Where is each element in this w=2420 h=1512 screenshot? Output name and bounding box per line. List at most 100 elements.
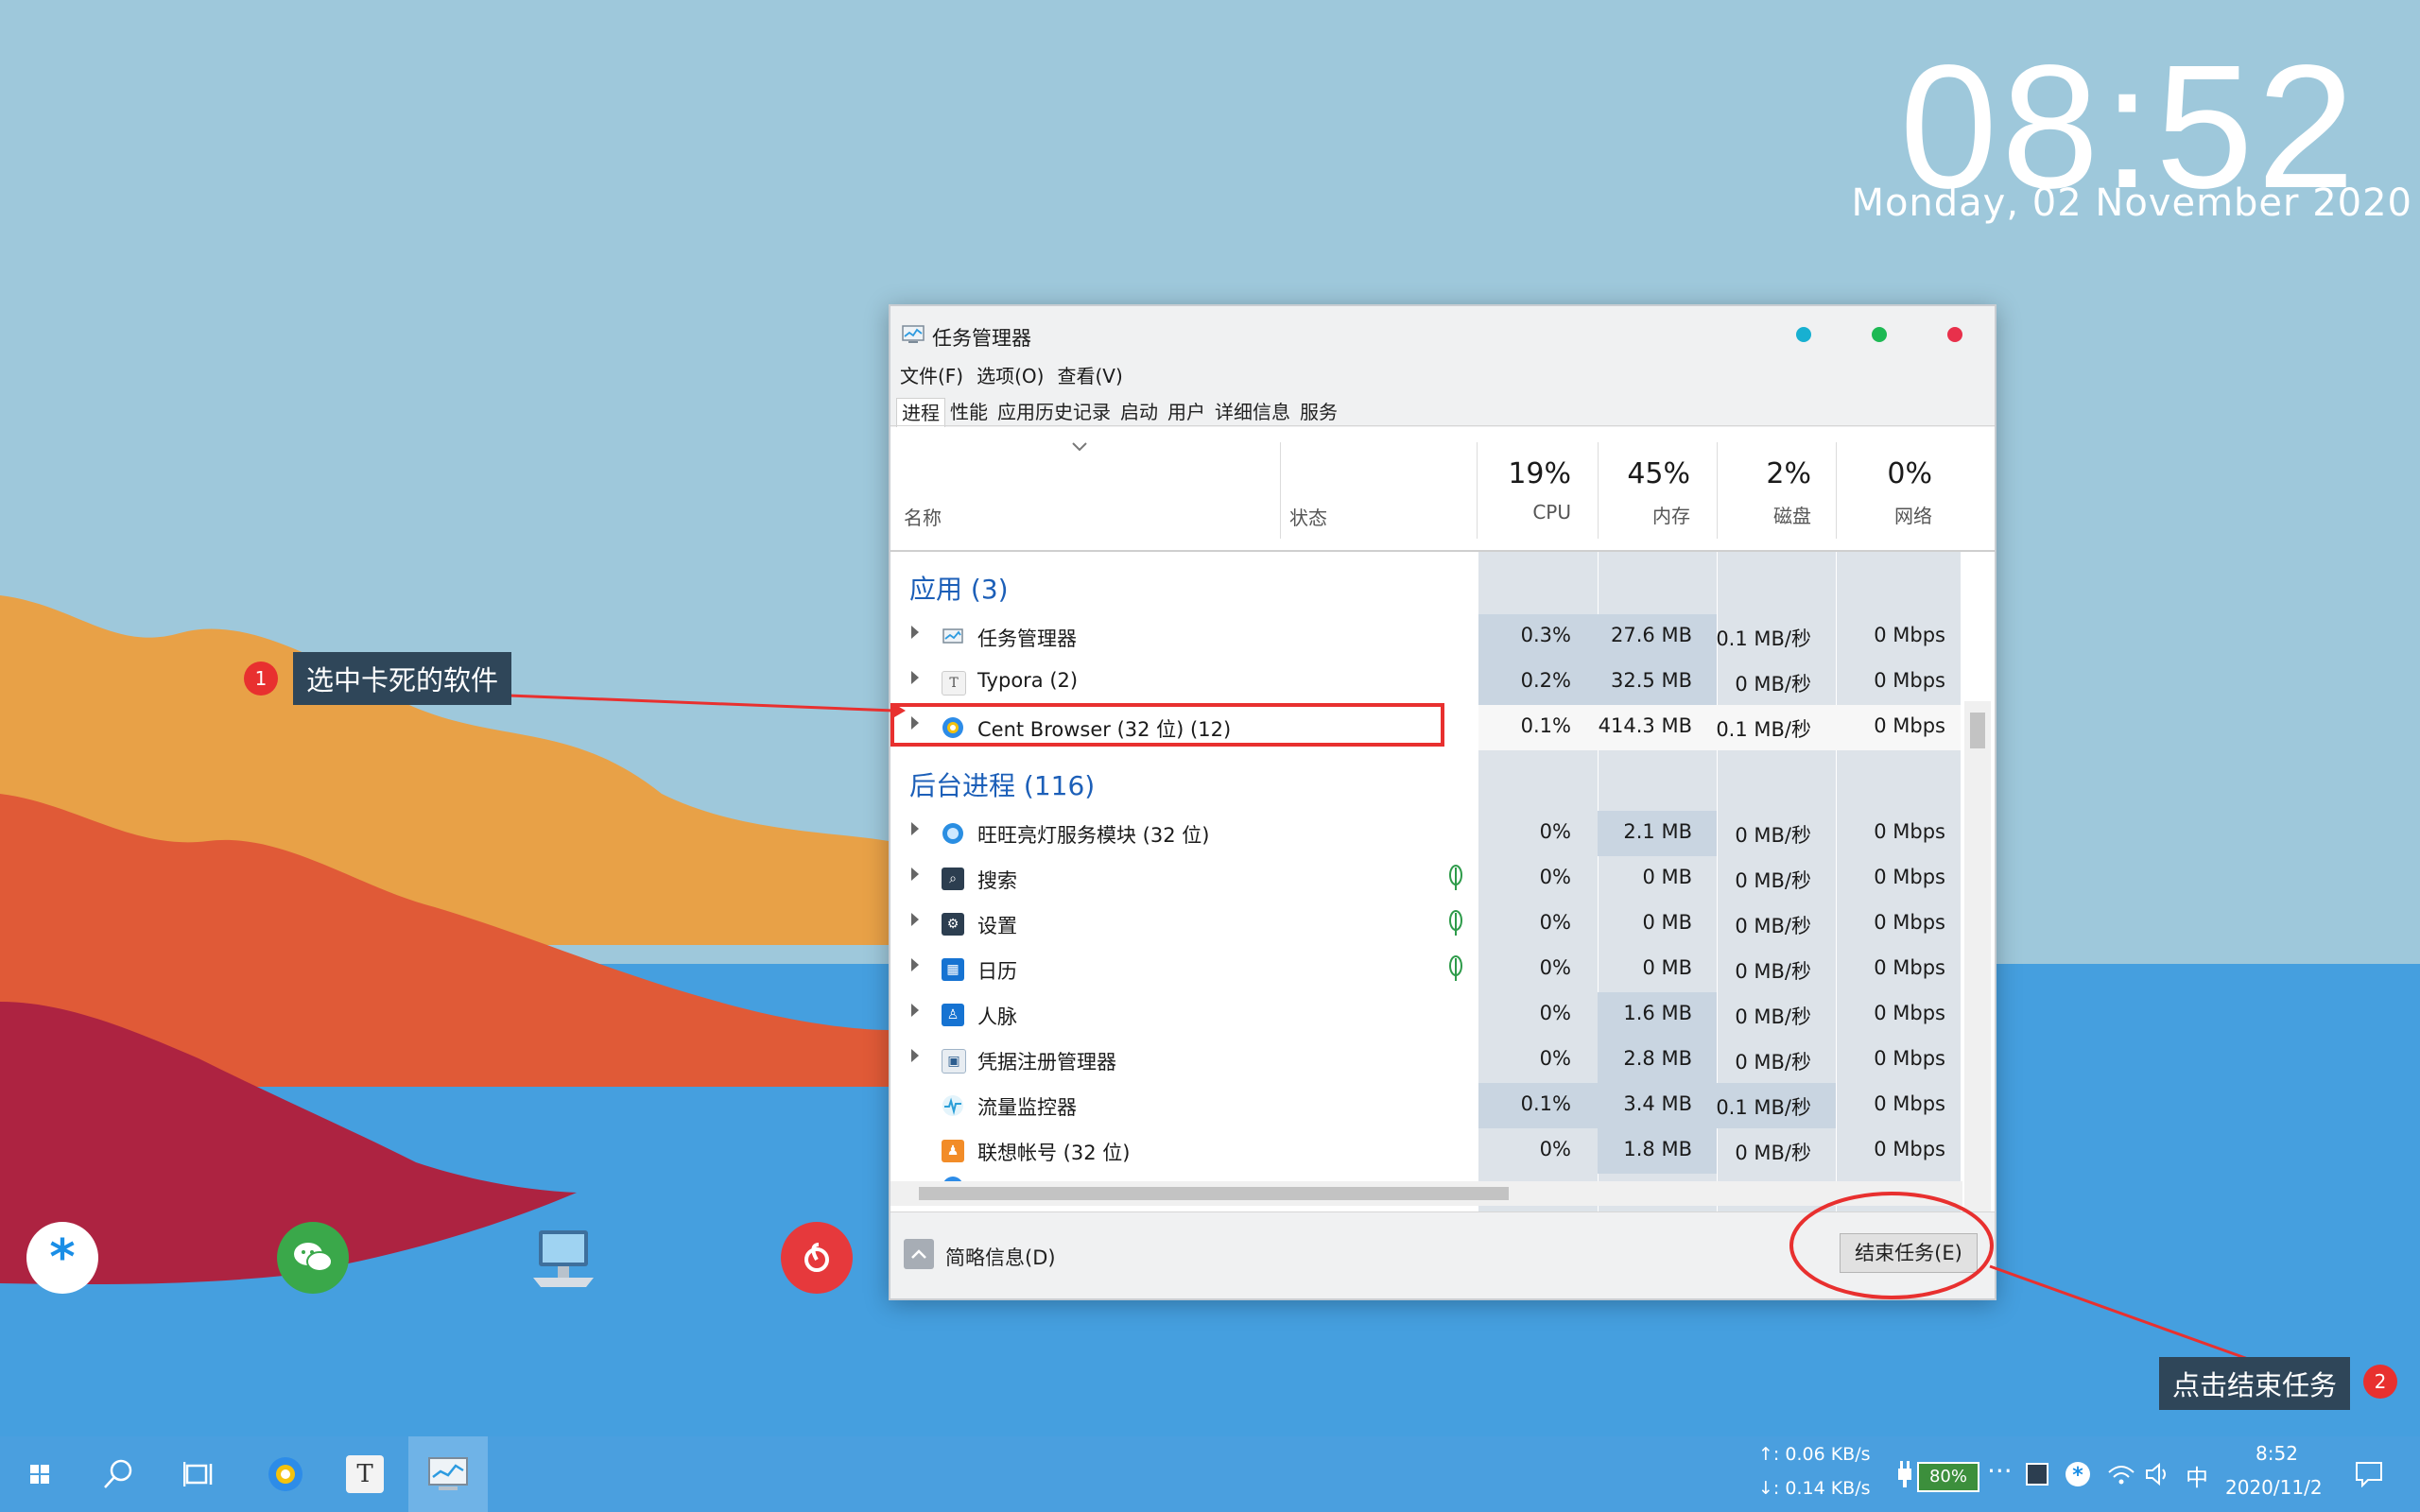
horizontal-scrollbar[interactable] [890, 1181, 1962, 1206]
expand-arrow-icon[interactable] [911, 626, 919, 639]
window-titlebar[interactable]: 任务管理器 文件(F) 选项(O) 查看(V) 进程 性能 应用历史记录 启动 … [890, 306, 1995, 427]
horizontal-scroll-thumb[interactable] [919, 1187, 1509, 1200]
network-value: 0 Mbps [1874, 714, 1945, 737]
taskbar-cent-browser[interactable] [261, 1446, 310, 1503]
memory-value: 3.4 MB [1623, 1092, 1692, 1115]
table-row[interactable]: 任务管理器 0.3% 27.6 MB 0.1 MB/秒 0 Mbps [890, 614, 1961, 660]
expand-arrow-icon[interactable] [911, 868, 919, 881]
table-row[interactable]: 流量监控器 0.1% 3.4 MB 0.1 MB/秒 0 Mbps [890, 1083, 1961, 1128]
expand-arrow-icon[interactable] [911, 1049, 919, 1062]
tray-asterisk-icon[interactable]: * [2061, 1446, 2095, 1503]
taskbar-typora[interactable]: T [340, 1446, 389, 1503]
cpu-total[interactable]: 19% [1467, 457, 1571, 490]
table-row[interactable]: 旺旺亮灯服务模块 (32 位) 0% 2.1 MB 0 MB/秒 0 Mbps [890, 811, 1961, 856]
network-total[interactable]: 0% [1828, 457, 1932, 490]
table-row[interactable]: ♟ 联想帐号 (32 位) 0% 1.8 MB 0 MB/秒 0 Mbps [890, 1128, 1961, 1174]
column-cpu[interactable]: CPU [1467, 501, 1571, 524]
taskbar-date[interactable]: 2020/11/2 [2225, 1476, 2323, 1499]
column-network[interactable]: 网络 [1828, 501, 1932, 528]
group-apps[interactable]: 应用 (3) [909, 569, 1009, 607]
tab-details[interactable]: 详细信息 [1210, 398, 1295, 426]
expand-arrow-icon[interactable] [911, 913, 919, 926]
power-plug-icon[interactable] [1891, 1446, 1919, 1503]
tab-app-history[interactable]: 应用历史记录 [993, 398, 1115, 426]
suspended-leaf-icon [1449, 910, 1462, 936]
start-button[interactable] [21, 1446, 59, 1503]
tab-performance[interactable]: 性能 [945, 398, 993, 426]
tab-services[interactable]: 服务 [1295, 398, 1342, 426]
column-disk[interactable]: 磁盘 [1707, 501, 1811, 528]
expand-arrow-icon[interactable] [911, 671, 919, 684]
expand-arrow-icon[interactable] [911, 822, 919, 835]
more-icon[interactable]: ··· [1987, 1455, 2013, 1486]
memory-value: 1.8 MB [1623, 1138, 1692, 1160]
memory-value: 2.1 MB [1623, 820, 1692, 843]
network-value: 0 Mbps [1874, 820, 1945, 843]
memory-total[interactable]: 45% [1586, 457, 1690, 490]
collapse-button[interactable] [904, 1239, 934, 1269]
column-name[interactable]: 名称 [904, 503, 942, 530]
table-row[interactable]: ⚙ 设置 0% 0 MB 0 MB/秒 0 Mbps [890, 902, 1961, 947]
search-icon [104, 1459, 132, 1488]
taskbar-time[interactable]: 8:52 [2256, 1442, 2298, 1465]
input-method-indicator[interactable]: 中 [2186, 1459, 2208, 1492]
vertical-scroll-thumb[interactable] [1970, 713, 1985, 748]
disk-total[interactable]: 2% [1707, 457, 1811, 490]
cpu-value: 0% [1539, 1047, 1571, 1070]
network-value: 0 Mbps [1874, 669, 1945, 692]
network-value: 0 Mbps [1874, 1138, 1945, 1160]
credential-icon: ▣ [942, 1049, 966, 1074]
task-manager-window: 任务管理器 文件(F) 选项(O) 查看(V) 进程 性能 应用历史记录 启动 … [889, 304, 1996, 1300]
wifi-icon[interactable] [2104, 1446, 2138, 1503]
process-name: 任务管理器 [977, 627, 1077, 650]
sort-chevron-icon[interactable] [1072, 442, 1087, 452]
suspended-leaf-icon [1449, 865, 1462, 890]
annotation-badge-1: 1 [244, 662, 278, 696]
task-view-button[interactable] [176, 1446, 223, 1503]
column-status[interactable]: 状态 [1289, 503, 1327, 530]
disk-value: 0.1 MB/秒 [1716, 627, 1811, 650]
column-memory[interactable]: 内存 [1586, 501, 1690, 528]
menu-options[interactable]: 选项(O) [977, 361, 1044, 388]
annotation-click-end-task: 点击结束任务 [2159, 1357, 2351, 1410]
battery-indicator[interactable]: 80% [1917, 1462, 1979, 1492]
notification-icon [2356, 1462, 2382, 1487]
memory-value: 2.8 MB [1623, 1047, 1692, 1070]
my-computer-icon[interactable] [527, 1222, 599, 1294]
table-row[interactable]: ♙ 人脉 0% 1.6 MB 0 MB/秒 0 Mbps [890, 992, 1961, 1038]
menu-file[interactable]: 文件(F) [900, 361, 963, 388]
disk-value: 0 MB/秒 [1735, 673, 1811, 696]
expand-arrow-icon[interactable] [911, 958, 919, 971]
end-task-button[interactable]: 结束任务(E) [1840, 1233, 1978, 1273]
table-row[interactable]: ▣ 凭据注册管理器 0% 2.8 MB 0 MB/秒 0 Mbps [890, 1038, 1961, 1083]
table-row[interactable]: T Typora (2) 0.2% 32.5 MB 0 MB/秒 0 Mbps [890, 660, 1961, 705]
taskbar-task-manager-active[interactable] [408, 1436, 488, 1512]
maximize-button[interactable] [1872, 327, 1887, 342]
vertical-scrollbar[interactable] [1964, 701, 1991, 1298]
net-upload-speed: ↑: 0.06 KB/s [1758, 1444, 1871, 1465]
wechat-icon[interactable] [277, 1222, 349, 1294]
people-icon: ♙ [942, 1004, 964, 1026]
close-button[interactable] [1947, 327, 1962, 342]
menu-view[interactable]: 查看(V) [1057, 361, 1122, 388]
netease-music-icon[interactable] [781, 1222, 853, 1294]
column-divider [1280, 442, 1281, 539]
tab-users[interactable]: 用户 [1163, 398, 1210, 426]
network-value: 0 Mbps [1874, 911, 1945, 934]
search-button[interactable] [95, 1446, 142, 1503]
fewer-details-link[interactable]: 简略信息(D) [945, 1243, 1056, 1271]
volume-icon[interactable] [2142, 1446, 2176, 1503]
minimize-button[interactable] [1796, 327, 1811, 342]
table-row[interactable]: ⌕ 搜索 0% 0 MB 0 MB/秒 0 Mbps [890, 856, 1961, 902]
tray-app-icon[interactable] [2023, 1446, 2051, 1503]
search-icon: ⌕ [942, 868, 964, 890]
network-value: 0 Mbps [1874, 624, 1945, 646]
group-background[interactable]: 后台进程 (116) [909, 765, 1095, 803]
tab-startup[interactable]: 启动 [1115, 398, 1163, 426]
table-row[interactable]: ▦ 日历 0% 0 MB 0 MB/秒 0 Mbps [890, 947, 1961, 992]
annotation-badge-2: 2 [2363, 1365, 2397, 1399]
expand-arrow-icon[interactable] [911, 1004, 919, 1017]
tab-processes[interactable]: 进程 [896, 398, 945, 427]
asterisk-app-icon[interactable]: * [26, 1222, 98, 1294]
notification-center-button[interactable] [2350, 1446, 2388, 1503]
